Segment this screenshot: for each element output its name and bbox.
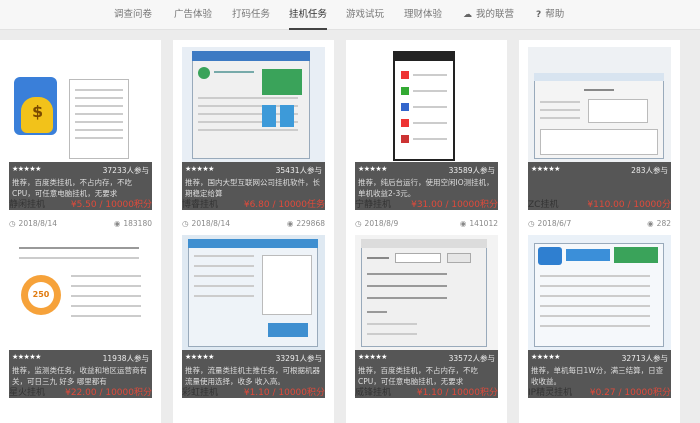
task-name[interactable]: 威锋挂机 <box>355 385 391 398</box>
rating-stars: ★★★★★ <box>531 353 560 361</box>
date-text: 2018/8/9 <box>364 219 399 228</box>
participant-count: 33572人参与 <box>448 354 495 363</box>
clock-icon: ◷ <box>528 219 535 228</box>
eye-icon: ◉ <box>647 219 654 228</box>
eye-icon: ◉ <box>459 219 467 228</box>
task-thumbnail[interactable]: ★★★★★ 283人参与 <box>528 47 671 210</box>
task-thumbnail[interactable]: $ ★★★★★ 37233人参与 推荐，百度类挂机，不占内存，不吃CPU，可任意… <box>9 47 152 210</box>
task-name[interactable]: IP精灵挂机 <box>528 385 572 398</box>
task-name[interactable]: 彩虹挂机 <box>182 385 218 398</box>
task-thumbnail[interactable]: ★★★★★ 33589人参与 推荐，纯后台运行，使用空闲IO测挂机，单机收益2-… <box>355 47 498 210</box>
rating-stars: ★★★★★ <box>531 165 560 173</box>
task-price: ¥22.00 / 10000积分 <box>65 388 152 398</box>
rating-stars: ★★★★★ <box>185 165 214 173</box>
participant-count: 283人参与 <box>631 166 668 175</box>
task-card[interactable]: ★★★★★ 33589人参与 推荐，纯后台运行，使用空闲IO测挂机，单机收益2-… <box>346 40 507 235</box>
date-stamp: ◷ 2018/6/7 <box>528 219 571 228</box>
views-text: 183180 <box>123 219 152 228</box>
nav-label: 理财体验 <box>404 9 443 20</box>
rating-stars: ★★★★★ <box>185 353 214 361</box>
nav-captcha-task[interactable]: 打码任务 <box>232 0 270 30</box>
task-card[interactable]: ★★★★★ 35431人参与 推荐，国内大型互联网公司挂机软件，长期稳定给算 博… <box>173 40 334 235</box>
nav-help[interactable]: ? 帮助 <box>536 0 564 30</box>
nav-label: 帮助 <box>545 9 565 20</box>
nav-label: 我的联营 <box>476 9 515 20</box>
task-thumbnail[interactable]: ★★★★★ 33291人参与 推荐，流量类挂机主推任务，可根据机器流量使用选择，… <box>182 235 325 398</box>
nav-label: 广告体验 <box>174 9 213 20</box>
view-count: ◉ 282 <box>647 219 671 228</box>
participant-count: 33589人参与 <box>448 166 495 175</box>
view-count: ◉ 229868 <box>287 219 325 228</box>
task-thumbnail[interactable]: 250 ★★★★★ 11938人参与 推荐，监测类任务，收益和地区运营商有关，可… <box>9 235 152 398</box>
date-text: 2018/8/14 <box>191 219 231 228</box>
nav-idle-task[interactable]: 挂机任务 <box>289 0 328 30</box>
date-stamp: ◷ 2018/8/14 <box>182 219 230 228</box>
participant-count: 11938人参与 <box>102 354 149 363</box>
task-card[interactable]: ★★★★★ 33572人参与 推荐，百度类挂机，不占内存，不吃CPU，可任意电脑… <box>346 228 507 423</box>
cloud-icon: ☁ <box>463 10 472 20</box>
task-price: ¥110.00 / 10000分 <box>587 200 671 210</box>
nav-survey[interactable]: 调查问卷 <box>114 0 152 30</box>
participant-count: 33291人参与 <box>275 354 322 363</box>
task-name[interactable]: 博睿挂机 <box>182 197 218 210</box>
nav-finance[interactable]: 理财体验 <box>404 0 442 30</box>
date-stamp: ◷ 2018/8/14 <box>9 219 57 228</box>
top-nav: 调查问卷 广告体验 打码任务 挂机任务 游戏试玩 理财体验 ☁ 我的联营 ? 帮助 <box>0 0 700 30</box>
participant-count: 37233人参与 <box>102 166 149 175</box>
task-thumbnail[interactable]: ★★★★★ 33572人参与 推荐，百度类挂机，不占内存，不吃CPU，可任意电脑… <box>355 235 498 398</box>
rating-stars: ★★★★★ <box>12 165 41 173</box>
task-thumbnail[interactable]: ★★★★★ 35431人参与 推荐，国内大型互联网公司挂机软件，长期稳定给算 <box>182 47 325 210</box>
views-text: 229868 <box>296 219 325 228</box>
question-icon: ? <box>536 10 542 20</box>
view-count: ◉ 141012 <box>460 219 498 228</box>
task-price: ¥6.80 / 10000任务 <box>243 200 325 210</box>
clock-icon: ◷ <box>9 219 16 228</box>
task-name[interactable]: 静闲挂机 <box>9 197 45 210</box>
nav-label: 调查问卷 <box>114 9 153 20</box>
date-stamp: ◷ 2018/8/9 <box>355 219 398 228</box>
task-name[interactable]: ZC挂机 <box>528 197 558 210</box>
date-text: 2018/6/7 <box>537 219 572 228</box>
views-text: 141012 <box>469 219 498 228</box>
clock-icon: ◷ <box>182 219 189 228</box>
task-card[interactable]: 250 ★★★★★ 11938人参与 推荐，监测类任务，收益和地区运营商有关，可… <box>0 228 161 423</box>
nav-label: 挂机任务 <box>289 9 328 20</box>
nav-label: 打码任务 <box>232 9 271 20</box>
task-price: ¥0.27 / 10000积分 <box>589 388 671 398</box>
task-name[interactable]: 宁静挂机 <box>355 197 391 210</box>
nav-my-affiliate[interactable]: ☁ 我的联营 <box>463 0 514 30</box>
task-card[interactable]: ★★★★★ 32713人参与 推荐，单机每日1W分，满三结算，日查收收益。 IP… <box>519 228 680 423</box>
nav-label: 游戏试玩 <box>346 9 385 20</box>
task-price: ¥31.00 / 10000积分 <box>411 200 498 210</box>
task-card[interactable]: ★★★★★ 33291人参与 推荐，流量类挂机主推任务，可根据机器流量使用选择，… <box>173 228 334 423</box>
task-price: ¥1.10 / 10000积分 <box>243 388 325 398</box>
views-text: 282 <box>656 219 671 228</box>
task-card[interactable]: ★★★★★ 283人参与 ZC挂机 ¥110.00 / 10000分 ◷ 2018… <box>519 40 680 235</box>
eye-icon: ◉ <box>286 219 294 228</box>
clock-icon: ◷ <box>355 219 362 228</box>
rating-stars: ★★★★★ <box>12 353 41 361</box>
date-text: 2018/8/14 <box>18 219 58 228</box>
eye-icon: ◉ <box>113 219 121 228</box>
rating-stars: ★★★★★ <box>358 353 387 361</box>
task-price: ¥1.10 / 10000积分 <box>416 388 498 398</box>
view-count: ◉ 183180 <box>114 219 152 228</box>
task-thumbnail[interactable]: ★★★★★ 32713人参与 推荐，单机每日1W分，满三结算，日查收收益。 <box>528 235 671 398</box>
task-card[interactable]: $ ★★★★★ 37233人参与 推荐，百度类挂机，不占内存，不吃CPU，可任意… <box>0 40 161 235</box>
rating-stars: ★★★★★ <box>358 165 387 173</box>
participant-count: 32713人参与 <box>621 354 668 363</box>
nav-game-trial[interactable]: 游戏试玩 <box>346 0 384 30</box>
participant-count: 35431人参与 <box>275 166 322 175</box>
task-price: ¥5.50 / 10000积分 <box>70 200 152 210</box>
nav-ad-experience[interactable]: 广告体验 <box>174 0 212 30</box>
task-name[interactable]: 星火挂机 <box>9 385 45 398</box>
